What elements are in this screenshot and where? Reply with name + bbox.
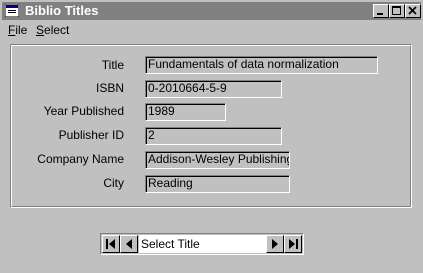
publisher-id-field[interactable]: 2: [145, 127, 282, 145]
last-record-icon: [289, 239, 298, 249]
city-label: City: [103, 176, 124, 190]
next-record-icon: [272, 239, 278, 249]
company-name-label: Company Name: [37, 152, 124, 166]
menu-select[interactable]: Select: [36, 22, 69, 38]
maximize-icon: [392, 6, 401, 15]
menu-select-accel: S: [36, 23, 45, 37]
isbn-field[interactable]: 0-2010664-5-9: [145, 80, 282, 98]
isbn-label: ISBN: [95, 81, 124, 95]
close-button[interactable]: [405, 4, 421, 18]
app-window: Biblio Titles File Select Title Fundamen…: [0, 0, 423, 273]
company-name-field[interactable]: Addison-Wesley Publishing: [145, 151, 290, 169]
title-label: Title: [101, 58, 124, 72]
menu-bar: File Select: [2, 21, 421, 39]
city-field[interactable]: Reading: [145, 175, 290, 193]
menu-file-rest: ile: [15, 23, 28, 37]
navigator-caption: Select Title: [139, 235, 266, 253]
maximize-button[interactable]: [389, 4, 405, 18]
title-bar[interactable]: Biblio Titles: [2, 2, 421, 20]
year-published-field[interactable]: 1989: [145, 103, 226, 121]
first-record-button[interactable]: [102, 235, 120, 253]
title-field[interactable]: Fundamentals of data normalization: [145, 56, 378, 74]
window-title: Biblio Titles: [25, 3, 99, 18]
app-icon: [5, 4, 19, 17]
previous-record-button[interactable]: [120, 235, 138, 253]
menu-select-rest: elect: [44, 23, 70, 37]
last-record-button[interactable]: [284, 235, 302, 253]
previous-record-icon: [126, 239, 132, 249]
minimize-icon: [377, 13, 383, 15]
next-record-button[interactable]: [266, 235, 284, 253]
minimize-button[interactable]: [373, 4, 389, 18]
menu-file[interactable]: File: [8, 22, 27, 38]
publisher-id-label: Publisher ID: [58, 128, 124, 142]
first-record-icon: [106, 239, 115, 249]
close-icon: [408, 6, 417, 15]
year-published-label: Year Published: [43, 104, 124, 118]
data-navigator: Select Title: [100, 233, 304, 255]
